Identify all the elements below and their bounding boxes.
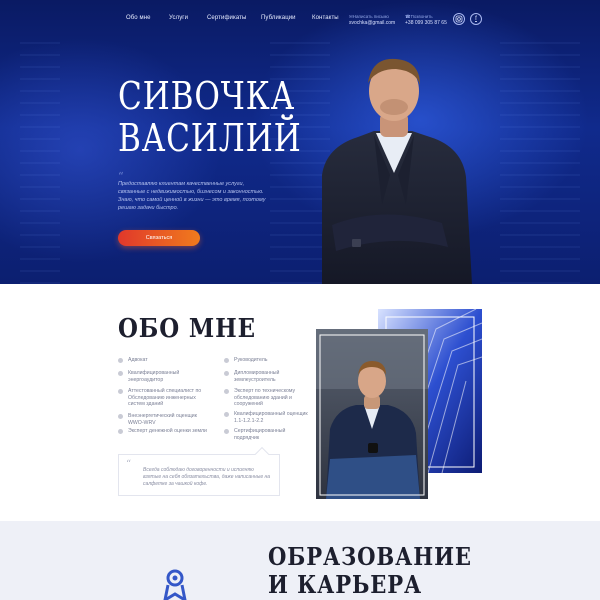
hero-title-line1: СИВОЧКА bbox=[118, 74, 296, 118]
nav-link-publications[interactable]: Публикации bbox=[261, 15, 296, 21]
qualification-item: Эксперт денежной оценки земли bbox=[118, 428, 207, 434]
qualification-item: Аттестованный специалист по Обследованию… bbox=[118, 388, 210, 408]
qualification-item: Квалифицированный оценщик 1.1-1.2.1-2.2 bbox=[224, 411, 310, 424]
education-section: ОБРАЗОВАНИЕ И КАРЬЕРА bbox=[0, 521, 600, 600]
hero-description: Предоставляю клиентам качественные услуг… bbox=[118, 181, 266, 211]
qualification-item: Адвокат bbox=[118, 357, 208, 364]
qualification-item: Сертифицированный подрядчик bbox=[224, 428, 310, 441]
nav-link-certificates[interactable]: Сертификаты bbox=[207, 15, 246, 21]
hero-section: Обо мне Услуги Сертификаты Публикации Ко… bbox=[0, 0, 600, 284]
education-title-line2: И КАРЬЕРА bbox=[268, 570, 423, 599]
contact-button[interactable]: Связаться bbox=[118, 230, 200, 246]
about-quote-box: “ Всегда соблюдаю договоренности и испол… bbox=[118, 446, 280, 496]
nav-link-services[interactable]: Услуги bbox=[169, 15, 188, 21]
nav-link-contacts[interactable]: Контакты bbox=[312, 15, 339, 21]
about-quote-text: Всегда соблюдаю договоренности и исполня… bbox=[143, 467, 271, 487]
facebook-icon[interactable]: f bbox=[470, 13, 482, 25]
about-section: ОБО МНЕ Адвокат Квалифицированный энерго… bbox=[0, 284, 600, 521]
phone-contact[interactable]: Позвонить +38 099 305 87 65 bbox=[405, 13, 447, 27]
qualification-item: Квалифицированный энергоаудитор bbox=[118, 370, 208, 383]
email-label: Написать письмо bbox=[349, 13, 395, 20]
qualification-item: Эксперт по техническому обследованию зда… bbox=[224, 388, 310, 408]
hero-title-line2: ВАСИЛИЙ bbox=[118, 116, 302, 160]
email-contact[interactable]: Написать письмо svochka@gmail.com bbox=[349, 13, 395, 27]
quote-box-tail bbox=[254, 446, 270, 462]
about-title: ОБО МНЕ bbox=[118, 314, 256, 344]
nav-link-about[interactable]: Обо мне bbox=[126, 15, 151, 21]
award-icon bbox=[163, 569, 187, 600]
instagram-icon[interactable] bbox=[453, 13, 465, 25]
top-nav: Обо мне Услуги Сертификаты Публикации Ко… bbox=[0, 15, 600, 29]
qualification-item: Внеэнергетический оценщик WWO-WRV bbox=[118, 413, 208, 426]
building-backdrop bbox=[20, 40, 60, 284]
quote-icon: “ bbox=[126, 459, 132, 470]
phone-value[interactable]: +38 099 305 87 65 bbox=[405, 20, 447, 27]
hero-title: СИВОЧКА ВАСИЛИЙ bbox=[118, 74, 301, 159]
phone-label: Позвонить bbox=[405, 13, 447, 20]
building-backdrop bbox=[500, 40, 580, 284]
education-title-line1: ОБРАЗОВАНИЕ bbox=[268, 542, 472, 571]
portrait-photo bbox=[322, 58, 472, 284]
about-photo-collage bbox=[316, 309, 483, 499]
email-value[interactable]: svochka@gmail.com bbox=[349, 20, 395, 27]
qualification-item: Руководитель bbox=[224, 357, 310, 364]
qualification-item: Дипломированный землеустроитель bbox=[224, 370, 310, 383]
education-title: ОБРАЗОВАНИЕ И КАРЬЕРА bbox=[268, 543, 497, 599]
